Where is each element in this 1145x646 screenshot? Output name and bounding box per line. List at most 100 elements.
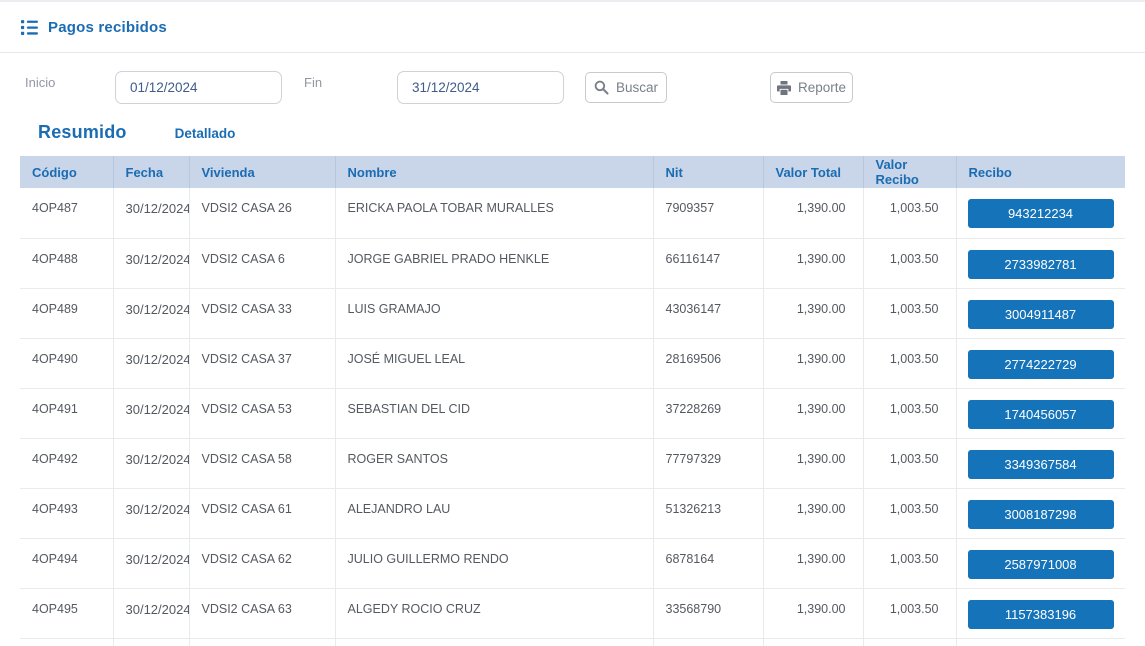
cell-recibo: 2733982781: [956, 238, 1125, 288]
list-icon: [21, 20, 38, 35]
cell-fecha: 30/12/2024: [113, 288, 189, 338]
tab-detallado[interactable]: Detallado: [175, 126, 236, 141]
cell-nit: [653, 638, 763, 646]
table-row: 4OP49330/12/2024VDSI2 CASA 61ALEJANDRO L…: [20, 488, 1125, 538]
cell-fecha: 30/12/2024: [113, 438, 189, 488]
payments-table-container: CódigoFechaViviendaNombreNitValor TotalV…: [20, 156, 1125, 646]
cell-vivienda: VDSI2 CASA 26: [189, 188, 335, 238]
cell-vivienda: VDSI2 CASA 53: [189, 388, 335, 438]
tab-resumido[interactable]: Resumido: [38, 122, 127, 143]
cell-vivienda: VDSI2 CASA 33: [189, 288, 335, 338]
recibo-button[interactable]: 943212234: [968, 199, 1114, 228]
inicio-date-input[interactable]: [115, 71, 282, 104]
cell-nit: 66116147: [653, 238, 763, 288]
cell-fecha: [113, 638, 189, 646]
printer-icon: [777, 81, 791, 95]
cell-fecha: 30/12/2024: [113, 588, 189, 638]
cell-fecha: 30/12/2024: [113, 488, 189, 538]
cell-vivienda: VDSI2 CASA 37: [189, 338, 335, 388]
table-row: 4OP49030/12/2024VDSI2 CASA 37JOSÉ MIGUEL…: [20, 338, 1125, 388]
cell-vivienda: VDSI2 CASA 58: [189, 438, 335, 488]
cell-codigo: [20, 638, 113, 646]
cell-fecha: 30/12/2024: [113, 338, 189, 388]
cell-valor_recibo: 1,003.50: [863, 188, 956, 238]
cell-codigo: 4OP489: [20, 288, 113, 338]
cell-codigo: 4OP490: [20, 338, 113, 388]
recibo-button[interactable]: 3349367584: [968, 450, 1114, 479]
top-navbar: Pagos recibidos: [0, 0, 1145, 53]
table-row: [20, 638, 1125, 646]
cell-vivienda: VDSI2 CASA 63: [189, 588, 335, 638]
buscar-button[interactable]: Buscar: [585, 72, 667, 103]
fin-label: Fin: [304, 71, 397, 90]
cell-valor_total: 1,390.00: [763, 538, 863, 588]
cell-recibo: 2587971008: [956, 538, 1125, 588]
cell-valor_recibo: 1,003.50: [863, 538, 956, 588]
column-header-vivienda: Vivienda: [189, 156, 335, 188]
cell-nombre: SEBASTIAN DEL CID: [335, 388, 653, 438]
table-header-row: CódigoFechaViviendaNombreNitValor TotalV…: [20, 156, 1125, 188]
cell-nombre: [335, 638, 653, 646]
cell-nit: 28169506: [653, 338, 763, 388]
cell-recibo: 3349367584: [956, 438, 1125, 488]
inicio-label: Inicio: [25, 71, 115, 90]
table-row: 4OP49230/12/2024VDSI2 CASA 58ROGER SANTO…: [20, 438, 1125, 488]
column-header-nombre: Nombre: [335, 156, 653, 188]
cell-fecha: 30/12/2024: [113, 388, 189, 438]
cell-valor_recibo: [863, 638, 956, 646]
column-header-valor_recibo: Valor Recibo: [863, 156, 956, 188]
cell-codigo: 4OP492: [20, 438, 113, 488]
recibo-button[interactable]: 1157383196: [968, 600, 1114, 629]
cell-recibo: [956, 638, 1125, 646]
column-header-nit: Nit: [653, 156, 763, 188]
cell-valor_total: [763, 638, 863, 646]
cell-codigo: 4OP488: [20, 238, 113, 288]
table-row: 4OP49530/12/2024VDSI2 CASA 63ALGEDY ROCI…: [20, 588, 1125, 638]
cell-nombre: ERICKA PAOLA TOBAR MURALLES: [335, 188, 653, 238]
cell-nit: 37228269: [653, 388, 763, 438]
table-row: 4OP48830/12/2024VDSI2 CASA 6JORGE GABRIE…: [20, 238, 1125, 288]
cell-nit: 33568790: [653, 588, 763, 638]
cell-valor_recibo: 1,003.50: [863, 588, 956, 638]
cell-valor_total: 1,390.00: [763, 438, 863, 488]
cell-valor_recibo: 1,003.50: [863, 388, 956, 438]
column-header-codigo: Código: [20, 156, 113, 188]
cell-valor_recibo: 1,003.50: [863, 438, 956, 488]
page-title: Pagos recibidos: [48, 19, 167, 36]
cell-codigo: 4OP493: [20, 488, 113, 538]
fin-date-input[interactable]: [397, 71, 564, 104]
column-header-fecha: Fecha: [113, 156, 189, 188]
cell-nit: 7909357: [653, 188, 763, 238]
recibo-button[interactable]: 2774222729: [968, 350, 1114, 379]
cell-valor_total: 1,390.00: [763, 188, 863, 238]
cell-valor_recibo: 1,003.50: [863, 338, 956, 388]
table-row: 4OP48730/12/2024VDSI2 CASA 26ERICKA PAOL…: [20, 188, 1125, 238]
filter-bar: Inicio Fin Buscar Reporte: [0, 71, 1145, 104]
cell-valor_recibo: 1,003.50: [863, 238, 956, 288]
recibo-button[interactable]: 2587971008: [968, 550, 1114, 579]
cell-codigo: 4OP494: [20, 538, 113, 588]
cell-valor_total: 1,390.00: [763, 338, 863, 388]
reporte-button[interactable]: Reporte: [770, 72, 853, 103]
recibo-button[interactable]: 3004911487: [968, 300, 1114, 329]
cell-codigo: 4OP487: [20, 188, 113, 238]
cell-fecha: 30/12/2024: [113, 238, 189, 288]
cell-fecha: 30/12/2024: [113, 538, 189, 588]
cell-nombre: ALGEDY ROCIO CRUZ: [335, 588, 653, 638]
cell-recibo: 1740456057: [956, 388, 1125, 438]
recibo-button[interactable]: 2733982781: [968, 250, 1114, 279]
cell-nombre: JULIO GUILLERMO RENDO: [335, 538, 653, 588]
table-row: 4OP49130/12/2024VDSI2 CASA 53SEBASTIAN D…: [20, 388, 1125, 438]
cell-nit: 43036147: [653, 288, 763, 338]
column-header-valor_total: Valor Total: [763, 156, 863, 188]
cell-fecha: 30/12/2024: [113, 188, 189, 238]
table-row: 4OP48930/12/2024VDSI2 CASA 33LUIS GRAMAJ…: [20, 288, 1125, 338]
cell-recibo: 1157383196: [956, 588, 1125, 638]
recibo-button[interactable]: 3008187298: [968, 500, 1114, 529]
cell-recibo: 2774222729: [956, 338, 1125, 388]
cell-valor_recibo: 1,003.50: [863, 488, 956, 538]
cell-nombre: ROGER SANTOS: [335, 438, 653, 488]
recibo-button[interactable]: 1740456057: [968, 400, 1114, 429]
search-icon: [594, 80, 609, 95]
payments-table: CódigoFechaViviendaNombreNitValor TotalV…: [20, 156, 1125, 646]
